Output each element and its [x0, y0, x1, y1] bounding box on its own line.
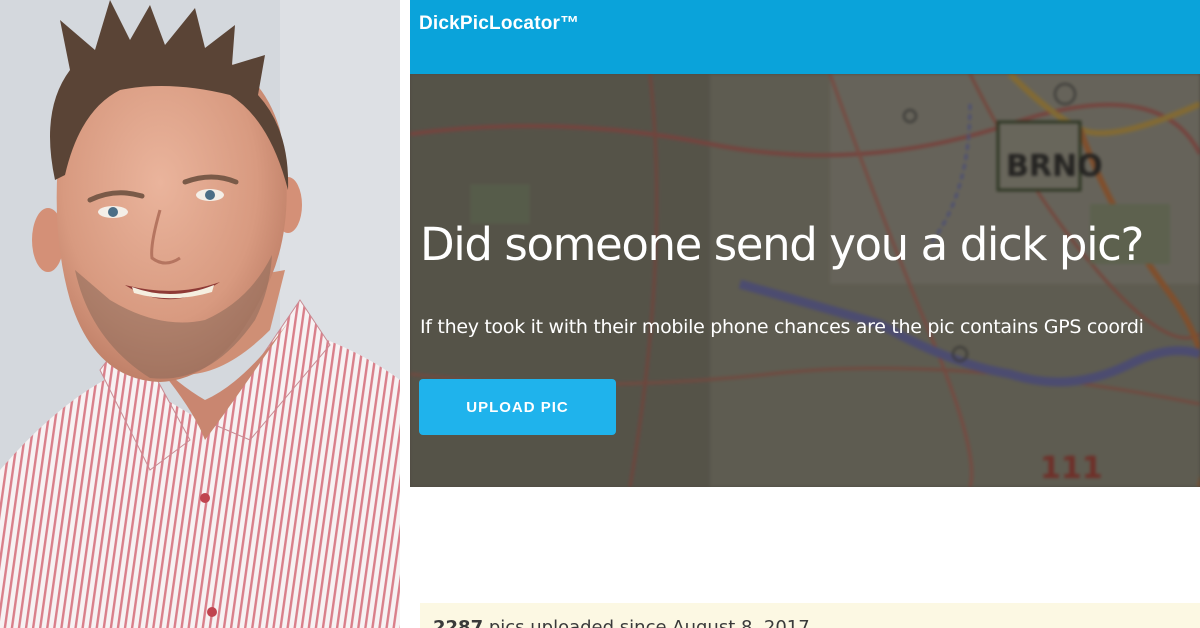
collage: DickPicLocator™ BRNO 111 Did someone sen… [0, 0, 1200, 628]
upload-pic-button[interactable]: UPLOAD PIC [419, 379, 616, 435]
upload-count-label: pics uploaded since August 8, 2017 [483, 617, 810, 628]
image-divider [400, 0, 410, 628]
portrait-illustration [0, 0, 400, 628]
hero-title: Did someone send you a dick pic? [420, 218, 1144, 271]
website-screenshot: DickPicLocator™ BRNO 111 Did someone sen… [410, 0, 1200, 628]
hero-description: If they took it with their mobile phone … [420, 316, 1144, 338]
upload-counter-banner: 2287 pics uploaded since August 8, 2017 [420, 603, 1200, 628]
hero-section: BRNO 111 Did someone send you a dick pic… [410, 74, 1200, 487]
portrait-photo [0, 0, 400, 628]
navbar: DickPicLocator™ [410, 0, 1200, 74]
upload-count: 2287 [433, 617, 484, 628]
upload-counter: 2287 pics uploaded since August 8, 2017 [433, 617, 810, 628]
brand-logo[interactable]: DickPicLocator™ [419, 12, 579, 36]
